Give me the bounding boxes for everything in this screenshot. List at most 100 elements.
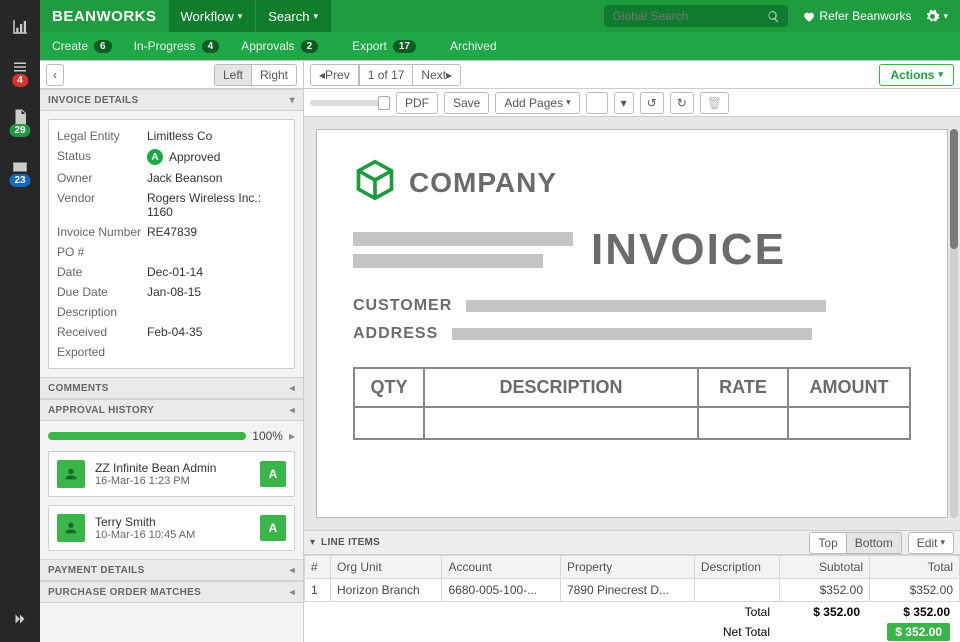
rail-dashboard[interactable] (0, 10, 40, 44)
rail-badge-2: 29 (9, 124, 30, 137)
status-badge: A (147, 149, 163, 165)
next-button[interactable]: Next ▸ (413, 64, 461, 86)
checkbox-button[interactable] (586, 92, 608, 114)
company-name: COMPANY (409, 167, 557, 199)
dock-right-button[interactable]: Right (252, 64, 297, 86)
line-items-table: # Org Unit Account Property Description … (304, 555, 960, 602)
user-icon (63, 520, 79, 536)
caret-down-icon[interactable]: ▾ (310, 537, 315, 548)
line-edit-button[interactable]: Edit ▾ (908, 532, 954, 554)
rail-list[interactable]: 4 (0, 50, 40, 84)
gear-icon (925, 9, 940, 24)
settings-menu[interactable]: ▾ (925, 9, 948, 24)
table-row[interactable]: 1 Horizon Branch 6680-005-100-... 7890 P… (305, 579, 960, 602)
doc-page: COMPANY INVOICE CUSTOMER ADDRESS QTY DES… (316, 129, 948, 518)
pdf-button[interactable]: PDF (396, 92, 438, 114)
menu-search[interactable]: Search▾ (255, 0, 331, 32)
caret-down-icon: ▾ (943, 11, 948, 22)
redo-button[interactable]: ↻ (670, 92, 694, 114)
caret-down-icon: ▾ (290, 95, 295, 106)
caret-down-icon: ▾ (313, 11, 318, 22)
delete-button[interactable]: 🗑 (700, 92, 729, 114)
menu-workflow[interactable]: Workflow▾ (169, 0, 256, 32)
panel-toolbar: ‹ Left Right (40, 61, 303, 89)
subnav-create[interactable]: Create6 (52, 39, 112, 53)
zoom-slider[interactable] (310, 100, 390, 106)
chevron-left-icon: ◂ (290, 405, 295, 416)
doc-toolbar-nav: ◂ Prev 1 of 17 Next ▸ Actions ▾ (304, 61, 960, 89)
section-approval-history[interactable]: APPROVAL HISTORY◂ (40, 399, 303, 421)
rail-expand[interactable] (0, 602, 40, 636)
pager-label: 1 of 17 (359, 64, 414, 86)
details-panel: ‹ Left Right INVOICE DETAILS▾ Legal Enti… (40, 61, 304, 642)
more-button[interactable]: ▾ (614, 92, 634, 114)
heart-icon (802, 10, 815, 23)
subnav: Create6 In-Progress4 Approvals2 Export17… (40, 32, 960, 60)
company-logo-icon (353, 158, 397, 207)
section-payment-details[interactable]: PAYMENT DETAILS◂ (40, 559, 303, 581)
document-panel: ◂ Prev 1 of 17 Next ▸ Actions ▾ PDF Save… (304, 61, 960, 642)
undo-button[interactable]: ↺ (640, 92, 664, 114)
subnav-archived[interactable]: Archived (450, 39, 497, 53)
rail-badge-3: 23 (9, 174, 30, 187)
line-bottom-button[interactable]: Bottom (847, 532, 902, 554)
dock-left-button[interactable]: Left (214, 64, 252, 86)
doc-viewer[interactable]: COMPANY INVOICE CUSTOMER ADDRESS QTY DES… (304, 117, 960, 531)
invoice-table: QTY DESCRIPTION RATE AMOUNT (353, 367, 911, 440)
net-total-value: $ 352.00 (887, 623, 950, 641)
left-rail: 4 29 23 (0, 0, 40, 642)
search-icon (767, 10, 780, 23)
user-icon (63, 466, 79, 482)
chevrons-right-icon (11, 610, 29, 628)
chevron-right-icon[interactable]: ▸ (289, 429, 295, 443)
line-items-header: ▾ LINE ITEMS Top Bottom Edit ▾ (304, 531, 960, 555)
subnav-inprogress[interactable]: In-Progress4 (134, 39, 220, 53)
approver-name: ZZ Infinite Bean Admin (95, 461, 216, 475)
section-po-matches[interactable]: PURCHASE ORDER MATCHES◂ (40, 581, 303, 603)
rail-docs[interactable]: 29 (0, 100, 40, 134)
dock-toggle[interactable]: Left Right (214, 64, 297, 86)
brand: BEANWORKS (40, 8, 169, 25)
chevron-left-icon: ◂ (290, 565, 295, 576)
prev-button[interactable]: ◂ Prev (310, 64, 359, 86)
save-button[interactable]: Save (444, 92, 489, 114)
chart-icon (11, 18, 29, 36)
line-top-button[interactable]: Top (809, 532, 846, 554)
avatar (57, 460, 85, 488)
subnav-approvals[interactable]: Approvals2 (241, 39, 318, 53)
address-label: ADDRESS (353, 325, 438, 343)
section-comments[interactable]: COMMENTS◂ (40, 377, 303, 399)
approval-stamp: A (260, 515, 286, 541)
doc-toolbar-tools: PDF Save Add Pages ▾ ▾ ↺ ↻ 🗑 (304, 89, 960, 117)
global-search[interactable] (604, 5, 788, 27)
invoice-title: INVOICE (591, 225, 786, 275)
approval-progress-label: 100% (252, 429, 283, 443)
subnav-export[interactable]: Export17 (352, 39, 416, 53)
approval-stamp: A (260, 461, 286, 487)
chevron-left-icon: ◂ (290, 383, 295, 394)
avatar (57, 514, 85, 542)
approval-date: 16-Mar-16 1:23 PM (95, 475, 216, 487)
invoice-details-card: Legal EntityLimitless Co StatusAApproved… (48, 119, 295, 369)
approval-date: 10-Mar-16 10:45 AM (95, 529, 195, 541)
rail-card[interactable]: 23 (0, 150, 40, 184)
section-invoice-details[interactable]: INVOICE DETAILS▾ (40, 89, 303, 111)
customer-label: CUSTOMER (353, 297, 452, 315)
line-items-totals: Total$ 352.00$ 352.00 Net Total$ 352.00 (304, 602, 960, 642)
chevron-left-icon: ◂ (290, 587, 295, 598)
approval-history-body: 100% ▸ ZZ Infinite Bean Admin16-Mar-16 1… (40, 421, 303, 559)
refer-label: Refer Beanworks (819, 9, 911, 23)
refer-link[interactable]: Refer Beanworks (802, 9, 911, 23)
approval-progress-bar (48, 432, 246, 440)
approval-entry[interactable]: ZZ Infinite Bean Admin16-Mar-16 1:23 PM … (48, 451, 295, 497)
global-search-input[interactable] (612, 9, 767, 23)
caret-down-icon: ▾ (238, 11, 243, 22)
actions-button[interactable]: Actions ▾ (879, 64, 954, 86)
topbar: BEANWORKS Workflow▾ Search▾ Refer Beanwo… (40, 0, 960, 32)
approver-name: Terry Smith (95, 515, 195, 529)
doc-scrollbar[interactable] (950, 129, 958, 518)
collapse-button[interactable]: ‹ (46, 64, 64, 86)
approval-entry[interactable]: Terry Smith10-Mar-16 10:45 AM A (48, 505, 295, 551)
add-pages-button[interactable]: Add Pages ▾ (495, 92, 579, 114)
rail-badge-1: 4 (12, 74, 28, 87)
